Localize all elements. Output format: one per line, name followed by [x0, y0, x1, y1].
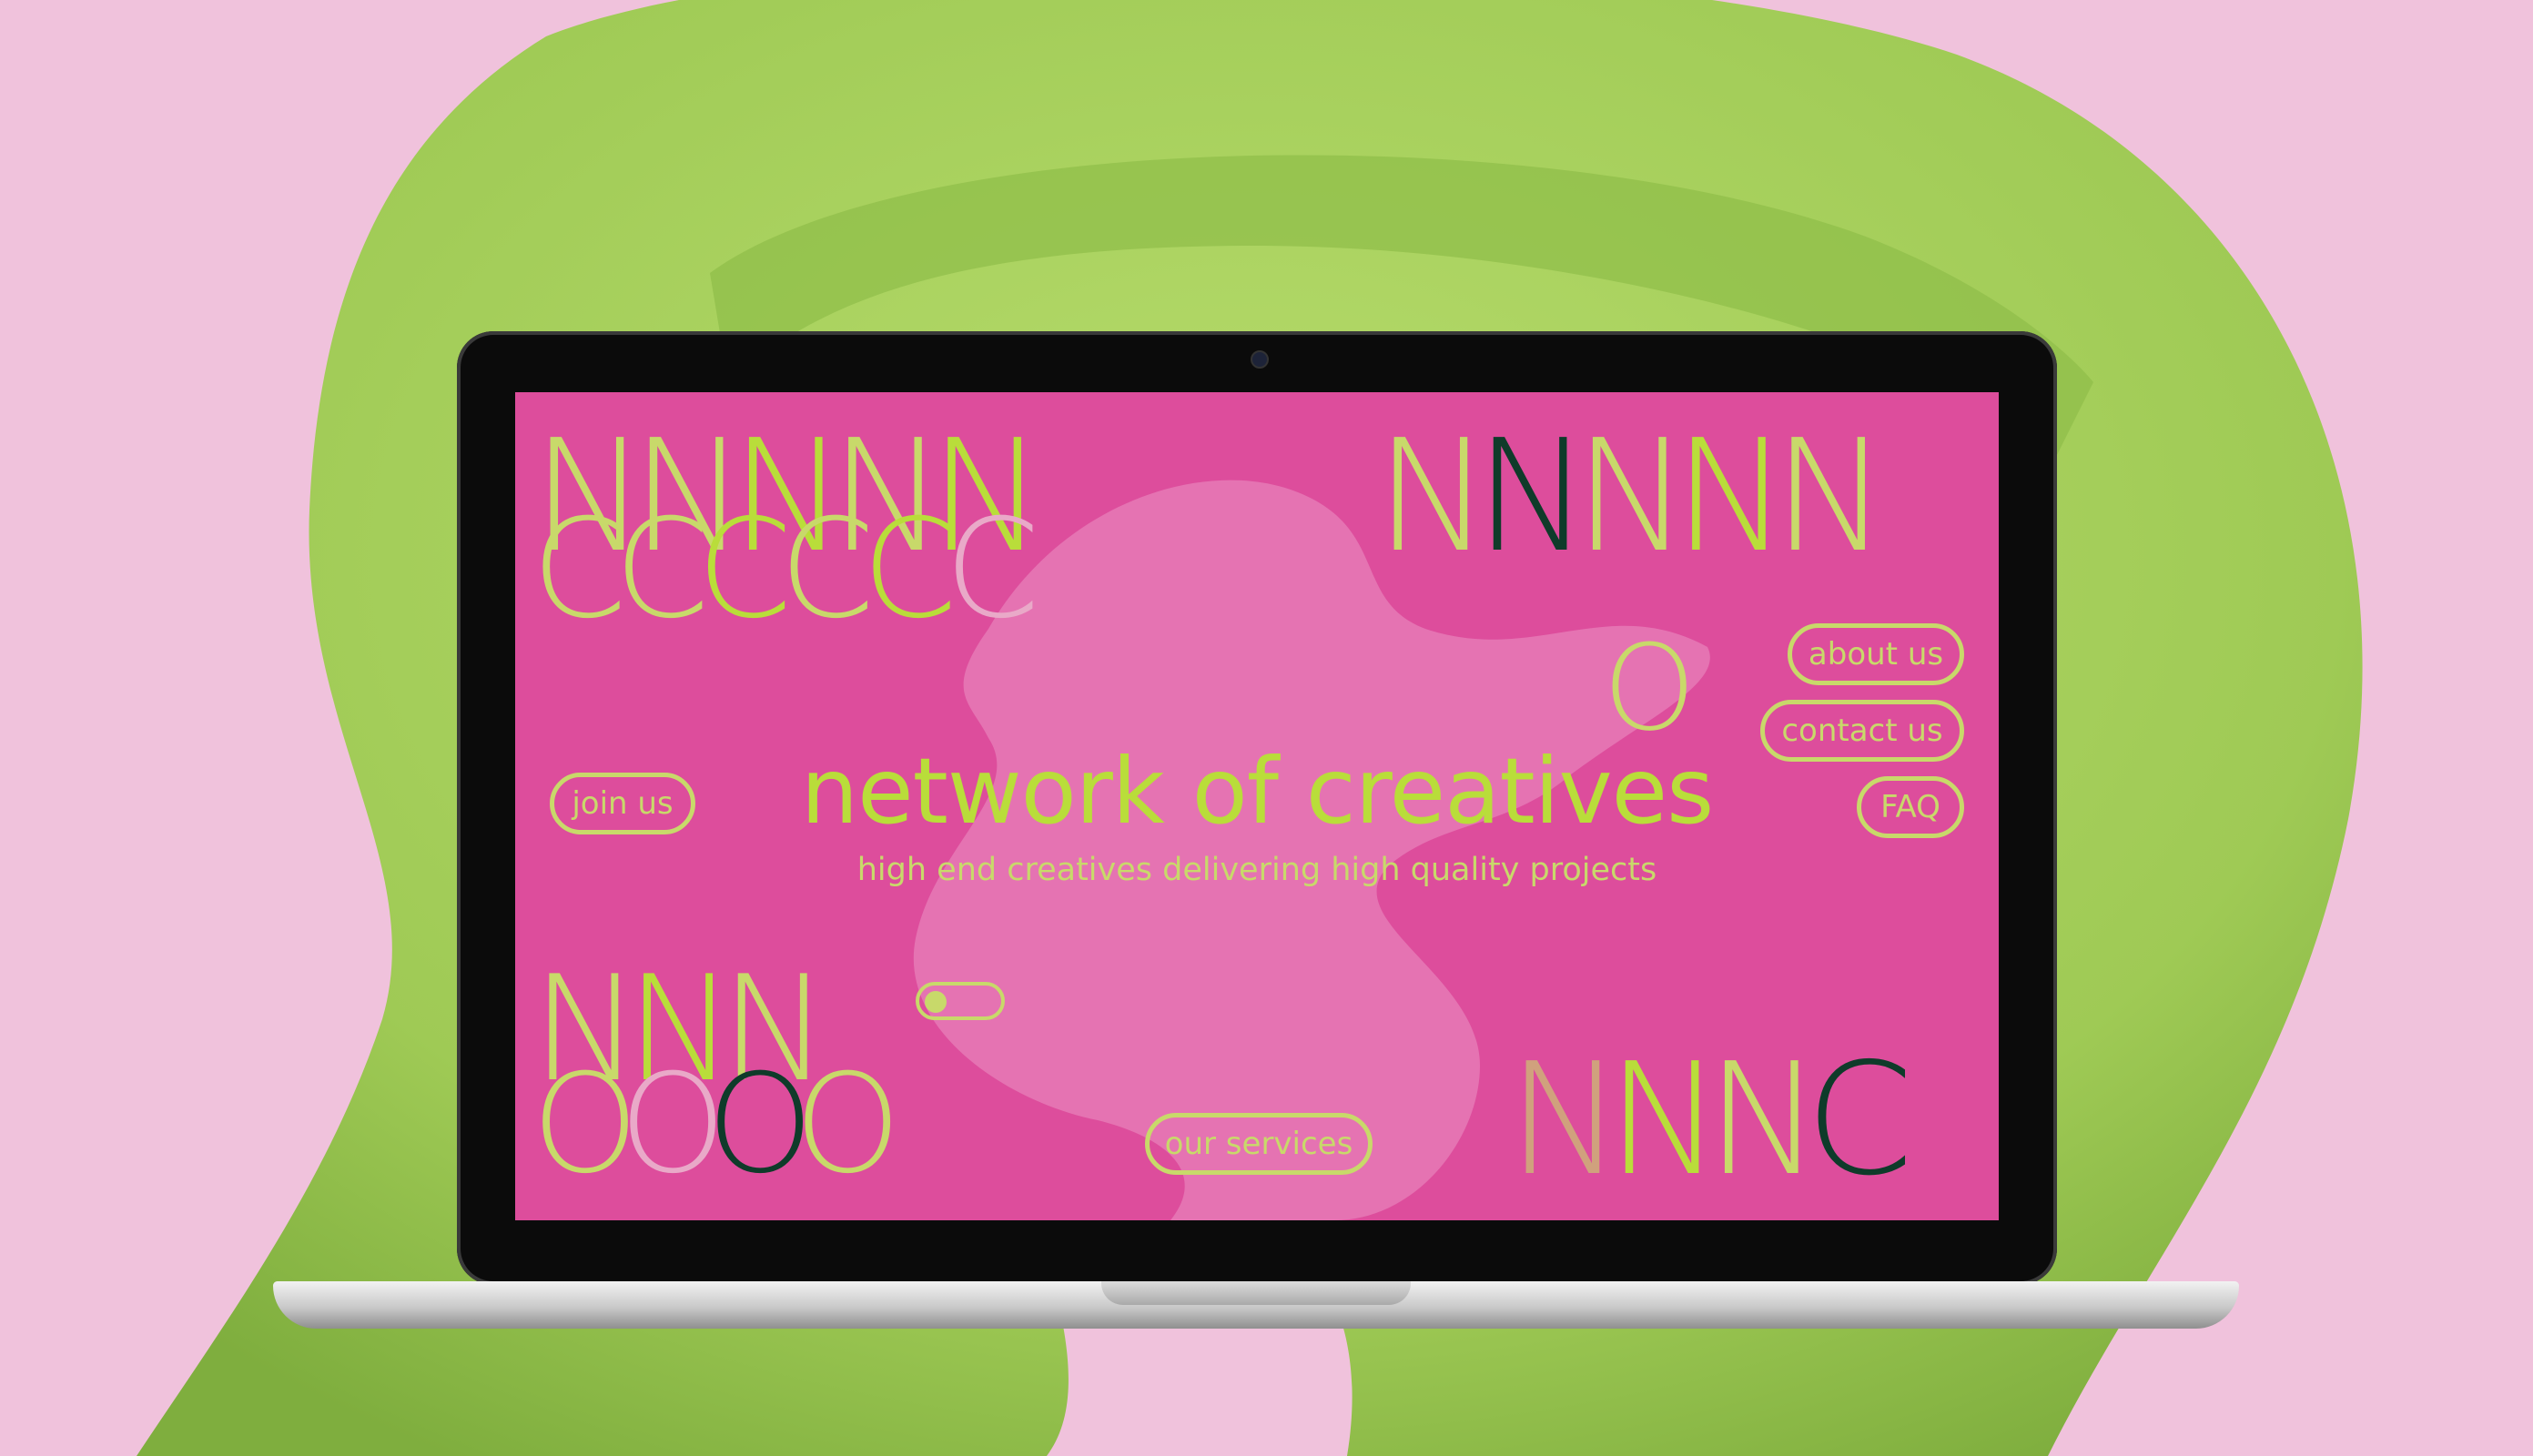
- our-services-button[interactable]: our services: [1145, 1113, 1373, 1175]
- glyph: N: [1606, 1030, 1722, 1210]
- glyph: O: [706, 1046, 814, 1204]
- glyph: N: [1574, 407, 1689, 587]
- glyph: C: [1805, 1030, 1914, 1210]
- glyph: N: [1706, 1030, 1821, 1210]
- glyph: N: [1375, 407, 1491, 587]
- top-left-c-row: CCCCCC: [532, 490, 1040, 649]
- glyph: C: [944, 490, 1040, 649]
- about-us-button[interactable]: about us: [1788, 623, 1964, 685]
- page-subtitle: high end creatives delivering high quali…: [856, 852, 1657, 888]
- top-right-o: O: [1603, 619, 1697, 757]
- glyph: N: [1474, 407, 1590, 587]
- glyph: N: [1673, 407, 1789, 587]
- top-right-n-row: NNNNN: [1375, 407, 1889, 587]
- toggle-knob: [925, 991, 947, 1013]
- glyph: C: [532, 490, 627, 649]
- glyph: N: [1772, 407, 1889, 587]
- glyph: C: [862, 490, 957, 649]
- toggle-switch[interactable]: [916, 982, 1005, 1020]
- glyph: O: [532, 1046, 639, 1204]
- glyph: C: [696, 490, 793, 649]
- glyph: N: [1507, 1030, 1623, 1210]
- bottom-left-o-row: OOOO: [532, 1046, 901, 1204]
- bottom-right-row: NNNC: [1507, 1030, 1914, 1210]
- contact-us-button[interactable]: contact us: [1760, 700, 1964, 762]
- glyph: C: [779, 490, 875, 649]
- webcam-icon: [1251, 350, 1269, 369]
- laptop-notch: [1101, 1281, 1411, 1305]
- glyph: O: [619, 1046, 726, 1204]
- laptop-screen: NNNNN CCCCCC NNNNN O network of creative…: [515, 392, 1999, 1220]
- glyph: C: [613, 490, 710, 649]
- glyph: O: [794, 1046, 901, 1204]
- join-us-button[interactable]: join us: [550, 773, 695, 834]
- faq-button[interactable]: FAQ: [1857, 776, 1964, 838]
